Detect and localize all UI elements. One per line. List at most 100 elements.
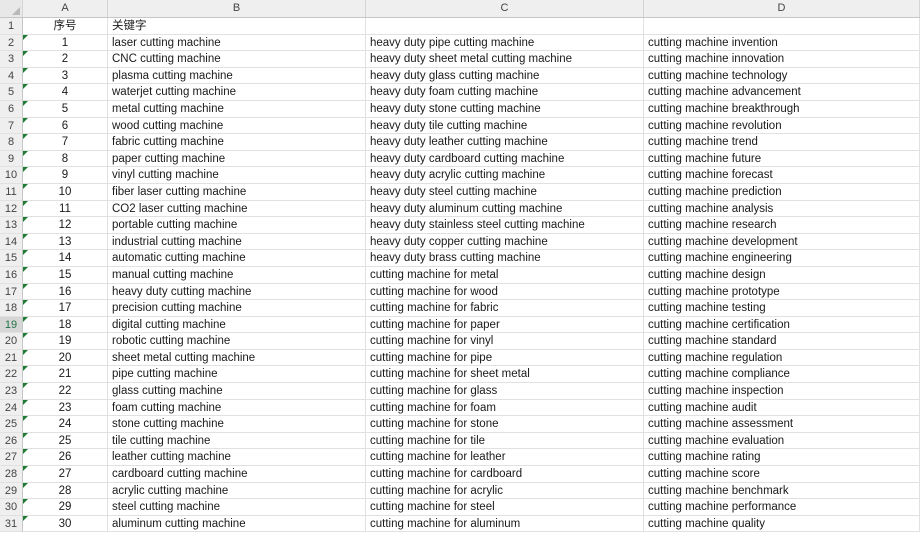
cell-a[interactable]: 16 bbox=[23, 283, 108, 301]
cell-c[interactable]: cutting machine for acrylic bbox=[366, 482, 644, 500]
cell-b[interactable]: precision cutting machine bbox=[108, 300, 366, 317]
row-header[interactable]: 22 bbox=[0, 366, 23, 384]
cell-c[interactable]: cutting machine for wood bbox=[366, 283, 644, 301]
cell-d[interactable]: cutting machine evaluation bbox=[644, 432, 920, 450]
cell-b[interactable]: sheet metal cutting machine bbox=[108, 349, 366, 367]
row-header[interactable]: 30 bbox=[0, 499, 23, 516]
cell-a[interactable]: 21 bbox=[23, 366, 108, 384]
cell-d[interactable]: cutting machine certification bbox=[644, 316, 920, 334]
cell-a[interactable]: 28 bbox=[23, 482, 108, 500]
cell-b[interactable]: leather cutting machine bbox=[108, 449, 366, 467]
cell-c[interactable]: heavy duty aluminum cutting machine bbox=[366, 200, 644, 218]
cell-a[interactable]: 14 bbox=[23, 250, 108, 267]
column-header-c[interactable]: C bbox=[366, 0, 644, 17]
row-header[interactable]: 29 bbox=[0, 482, 23, 500]
cell-a[interactable]: 11 bbox=[23, 200, 108, 218]
cell-d[interactable]: cutting machine future bbox=[644, 150, 920, 168]
cell-b[interactable]: pipe cutting machine bbox=[108, 366, 366, 384]
cell-b[interactable]: stone cutting machine bbox=[108, 416, 366, 433]
cell-d[interactable]: cutting machine testing bbox=[644, 300, 920, 317]
cell-b[interactable]: wood cutting machine bbox=[108, 117, 366, 135]
cell-d[interactable]: cutting machine rating bbox=[644, 449, 920, 467]
cell-d[interactable]: cutting machine prototype bbox=[644, 283, 920, 301]
cell-c[interactable]: cutting machine for pipe bbox=[366, 349, 644, 367]
cell-a[interactable]: 8 bbox=[23, 150, 108, 168]
cell-a[interactable]: 19 bbox=[23, 333, 108, 350]
cell-c[interactable] bbox=[366, 18, 644, 35]
cell-c[interactable]: cutting machine for steel bbox=[366, 499, 644, 516]
cell-b[interactable]: metal cutting machine bbox=[108, 100, 366, 118]
row-header[interactable]: 14 bbox=[0, 233, 23, 251]
cell-b[interactable]: paper cutting machine bbox=[108, 150, 366, 168]
cell-d[interactable]: cutting machine benchmark bbox=[644, 482, 920, 500]
cell-b[interactable]: acrylic cutting machine bbox=[108, 482, 366, 500]
cell-c[interactable]: heavy duty stone cutting machine bbox=[366, 100, 644, 118]
cell-b[interactable]: portable cutting machine bbox=[108, 217, 366, 234]
row-header[interactable]: 15 bbox=[0, 250, 23, 267]
row-header[interactable]: 10 bbox=[0, 167, 23, 184]
cell-d[interactable]: cutting machine research bbox=[644, 217, 920, 234]
cell-d[interactable]: cutting machine regulation bbox=[644, 349, 920, 367]
row-header[interactable]: 16 bbox=[0, 266, 23, 284]
cell-c[interactable]: cutting machine for foam bbox=[366, 399, 644, 417]
row-header[interactable]: 27 bbox=[0, 449, 23, 467]
cell-c[interactable]: cutting machine for leather bbox=[366, 449, 644, 467]
row-header[interactable]: 25 bbox=[0, 416, 23, 433]
column-header-d[interactable]: D bbox=[644, 0, 920, 17]
cell-d[interactable]: cutting machine standard bbox=[644, 333, 920, 350]
row-header[interactable]: 5 bbox=[0, 84, 23, 101]
cell-a[interactable]: 25 bbox=[23, 432, 108, 450]
cell-c[interactable]: heavy duty leather cutting machine bbox=[366, 134, 644, 151]
cell-b[interactable]: robotic cutting machine bbox=[108, 333, 366, 350]
cell-c[interactable]: cutting machine for vinyl bbox=[366, 333, 644, 350]
cell-b[interactable]: waterjet cutting machine bbox=[108, 84, 366, 101]
cell-b[interactable]: 关键字 bbox=[108, 18, 366, 35]
cell-a[interactable]: 6 bbox=[23, 117, 108, 135]
cell-d[interactable]: cutting machine analysis bbox=[644, 200, 920, 218]
cell-d[interactable]: cutting machine breakthrough bbox=[644, 100, 920, 118]
cell-d[interactable]: cutting machine performance bbox=[644, 499, 920, 516]
row-header[interactable]: 7 bbox=[0, 117, 23, 135]
cell-c[interactable]: heavy duty stainless steel cutting machi… bbox=[366, 217, 644, 234]
cell-a[interactable]: 1 bbox=[23, 34, 108, 52]
cell-d[interactable]: cutting machine forecast bbox=[644, 167, 920, 184]
row-header[interactable]: 2 bbox=[0, 34, 23, 52]
cell-d[interactable]: cutting machine assessment bbox=[644, 416, 920, 433]
cell-c[interactable]: cutting machine for glass bbox=[366, 383, 644, 400]
cell-a[interactable]: 13 bbox=[23, 233, 108, 251]
cell-b[interactable]: foam cutting machine bbox=[108, 399, 366, 417]
cell-b[interactable]: automatic cutting machine bbox=[108, 250, 366, 267]
cell-c[interactable]: cutting machine for tile bbox=[366, 432, 644, 450]
cell-b[interactable]: glass cutting machine bbox=[108, 383, 366, 400]
row-header[interactable]: 4 bbox=[0, 67, 23, 85]
cell-d[interactable]: cutting machine quality bbox=[644, 515, 920, 533]
row-header[interactable]: 24 bbox=[0, 399, 23, 417]
cell-a[interactable]: 26 bbox=[23, 449, 108, 467]
cell-a[interactable]: 29 bbox=[23, 499, 108, 516]
cell-d[interactable]: cutting machine revolution bbox=[644, 117, 920, 135]
row-header[interactable]: 12 bbox=[0, 200, 23, 218]
cell-c[interactable]: heavy duty cardboard cutting machine bbox=[366, 150, 644, 168]
cell-a[interactable]: 10 bbox=[23, 183, 108, 201]
cell-d[interactable] bbox=[644, 18, 920, 35]
row-header[interactable]: 18 bbox=[0, 300, 23, 317]
cell-c[interactable]: heavy duty acrylic cutting machine bbox=[366, 167, 644, 184]
cell-c[interactable]: heavy duty steel cutting machine bbox=[366, 183, 644, 201]
cell-c[interactable]: heavy duty glass cutting machine bbox=[366, 67, 644, 85]
cell-d[interactable]: cutting machine technology bbox=[644, 67, 920, 85]
cell-c[interactable]: heavy duty foam cutting machine bbox=[366, 84, 644, 101]
cell-a[interactable]: 15 bbox=[23, 266, 108, 284]
row-header[interactable]: 31 bbox=[0, 515, 23, 533]
cell-d[interactable]: cutting machine development bbox=[644, 233, 920, 251]
row-header[interactable]: 20 bbox=[0, 333, 23, 350]
cell-a[interactable]: 7 bbox=[23, 134, 108, 151]
cell-c[interactable]: cutting machine for sheet metal bbox=[366, 366, 644, 384]
cell-a[interactable]: 序号 bbox=[23, 18, 108, 35]
row-header[interactable]: 23 bbox=[0, 383, 23, 400]
cell-d[interactable]: cutting machine engineering bbox=[644, 250, 920, 267]
cell-d[interactable]: cutting machine innovation bbox=[644, 51, 920, 68]
cell-b[interactable]: vinyl cutting machine bbox=[108, 167, 366, 184]
cell-a[interactable]: 23 bbox=[23, 399, 108, 417]
cell-b[interactable]: manual cutting machine bbox=[108, 266, 366, 284]
cell-d[interactable]: cutting machine inspection bbox=[644, 383, 920, 400]
